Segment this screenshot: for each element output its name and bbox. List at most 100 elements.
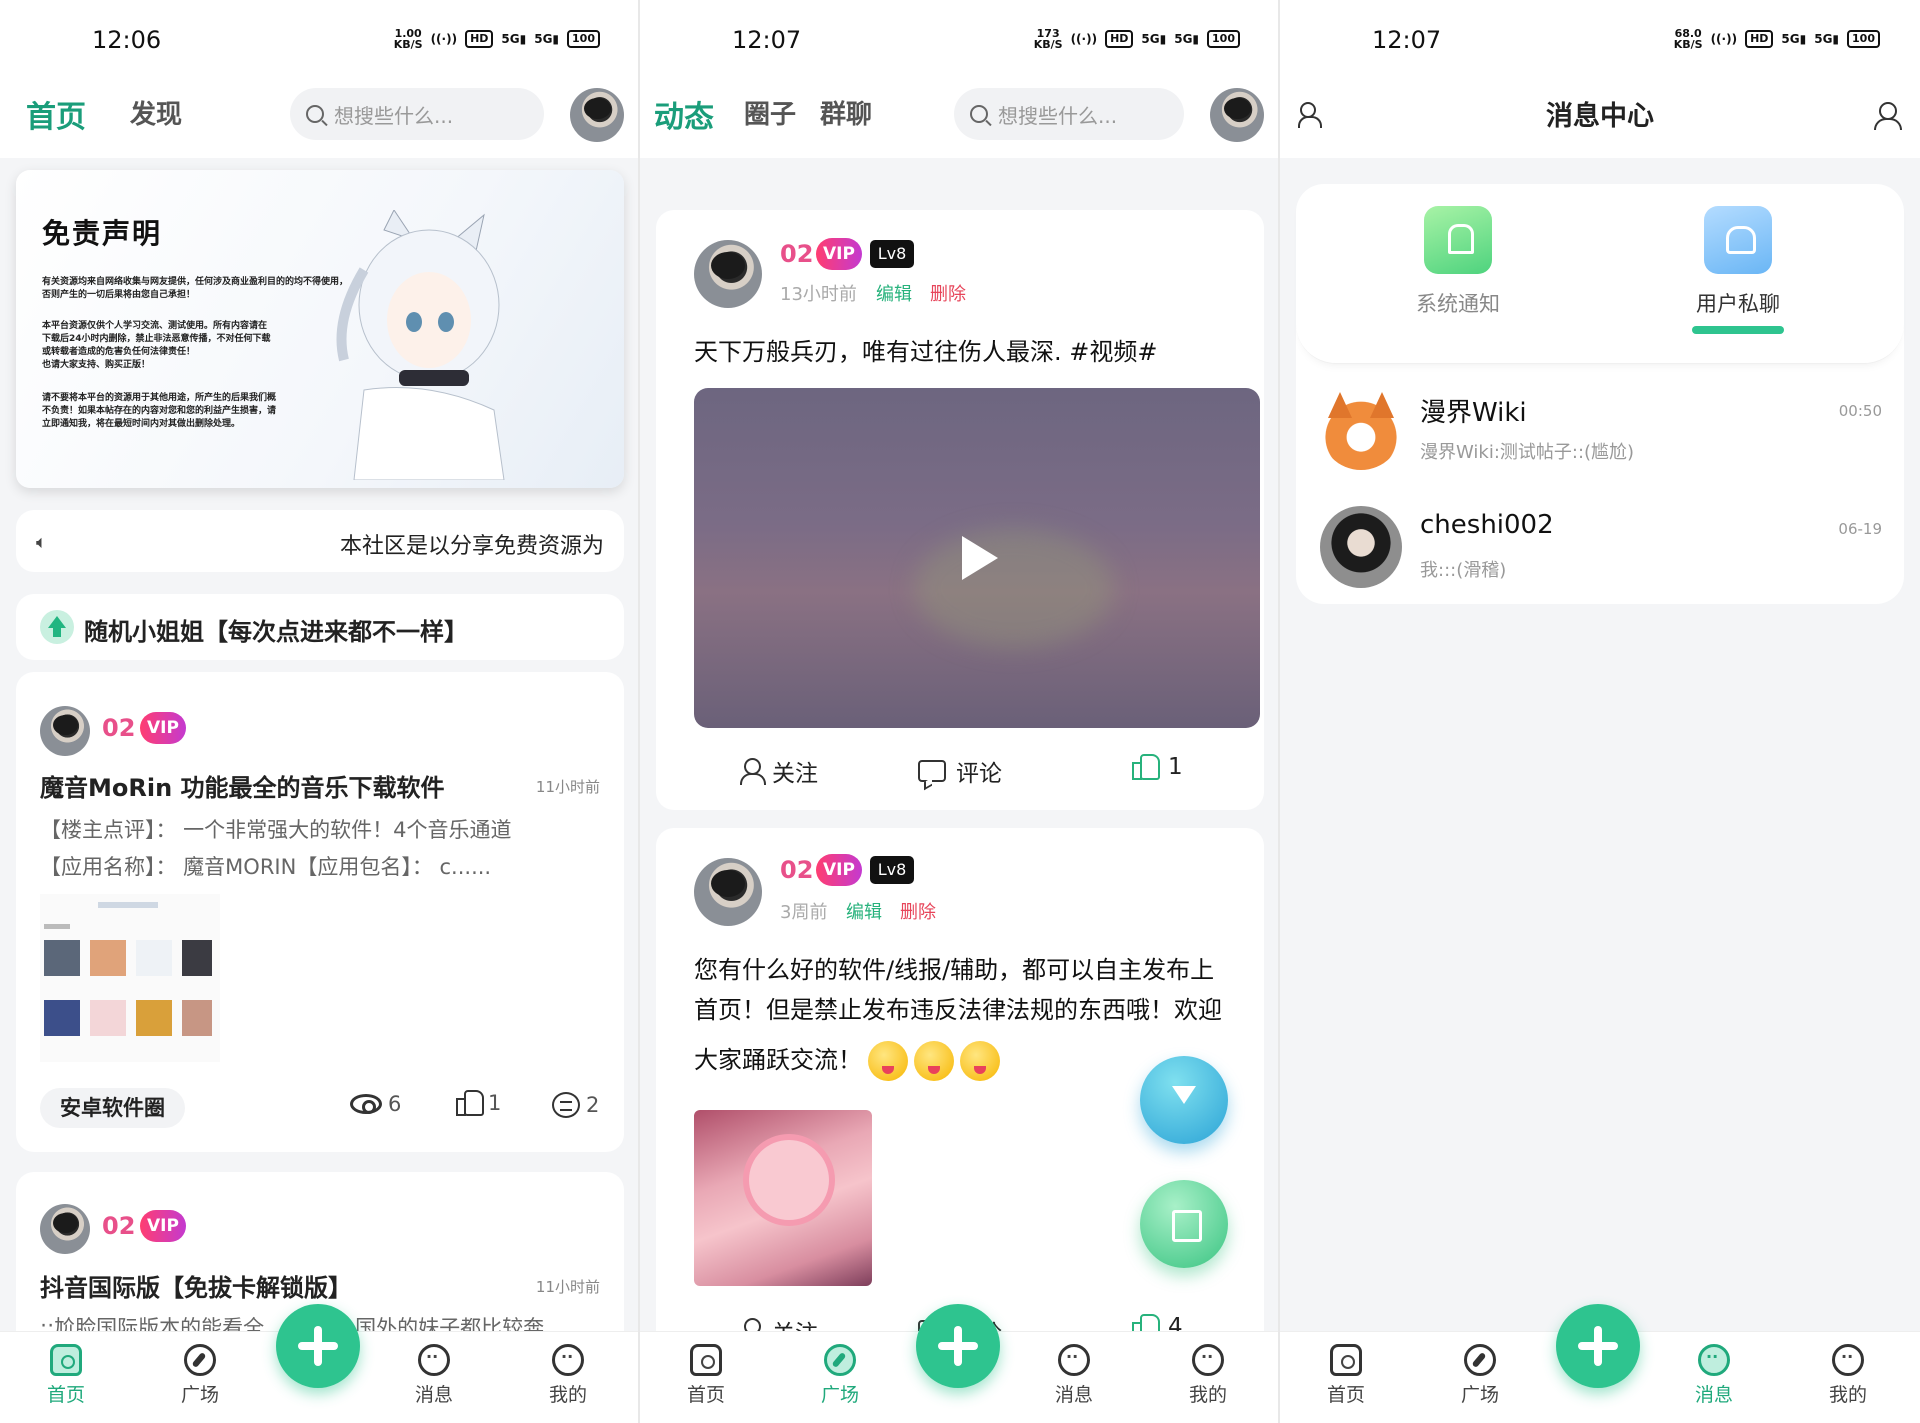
tab-home[interactable]: 首页	[24, 92, 88, 136]
avatar[interactable]	[1210, 88, 1264, 142]
network-speed: 1.00 KB/S	[393, 27, 423, 51]
follow-button[interactable]: 关注	[740, 754, 818, 788]
edit-link[interactable]: 编辑	[846, 898, 882, 924]
disclaimer-banner[interactable]: 免责声明 有关资源均来自网络收集与网友提供，任何涉及商业盈利目的的均不得使用， …	[16, 170, 624, 488]
conversation-item[interactable]: cheshi002 我:::(滑稽) 06-19	[1296, 498, 1904, 608]
message-tabs: 系统通知 用户私聊	[1296, 184, 1904, 364]
nav-messages[interactable]: 消息	[1674, 1344, 1754, 1407]
battery-icon: 100	[1847, 30, 1880, 48]
post-username[interactable]: 02	[102, 1212, 135, 1240]
post-card[interactable]: 02 VIP 魔音MoRin 功能最全的音乐下载软件 11小时前 【楼主点评】：…	[16, 672, 624, 1152]
compass-icon	[824, 1344, 856, 1376]
vip-badge: VIP	[816, 238, 862, 270]
status-icons: 173 KB/S ((·)) HD 5G▮ 5G▮ 100	[1034, 28, 1240, 50]
page-title: 消息中心	[1546, 101, 1654, 132]
avatar[interactable]	[570, 88, 624, 142]
bell-icon	[1424, 206, 1492, 274]
circle-tag[interactable]: 安卓软件圈	[40, 1088, 185, 1128]
status-time: 12:06	[92, 26, 162, 54]
tab-private-chat[interactable]: 用户私聊	[1678, 206, 1798, 334]
search-placeholder: 想搜些什么...	[998, 103, 1118, 128]
network-speed: 173 KB/S	[1033, 27, 1063, 51]
add-user-icon[interactable]	[1874, 100, 1902, 130]
top-nav: 首页 发现 想搜些什么...	[0, 80, 640, 158]
like-button[interactable]: 1	[1132, 754, 1183, 780]
nav-me[interactable]: 我的	[1808, 1344, 1888, 1407]
conversation-name: 漫界Wiki	[1420, 398, 1527, 428]
active-tab-indicator	[1692, 326, 1784, 334]
nav-me[interactable]: 我的	[528, 1344, 608, 1407]
profile-face-icon	[1192, 1344, 1224, 1376]
compass-icon	[184, 1344, 216, 1376]
hd-icon: HD	[465, 30, 494, 48]
add-post-button[interactable]	[916, 1304, 1000, 1388]
tab-group-chat[interactable]: 群聊	[820, 94, 872, 131]
feed-time: 3周前	[780, 902, 828, 923]
nav-messages[interactable]: 消息	[1034, 1344, 1114, 1407]
tab-circles[interactable]: 圈子	[744, 94, 796, 131]
avatar[interactable]	[694, 858, 762, 926]
play-icon[interactable]	[962, 536, 998, 580]
status-bar: 12:06 1.00 KB/S ((·)) HD 5G▮ 5G▮ 100	[0, 0, 640, 80]
comment-button[interactable]: 评论	[918, 754, 1002, 788]
vip-badge: VIP	[816, 854, 862, 886]
feed-username[interactable]: 02	[780, 856, 813, 884]
search-input[interactable]: 想搜些什么...	[290, 88, 544, 140]
signal-icon: 5G▮	[1781, 32, 1807, 46]
tab-discover[interactable]: 发现	[130, 94, 182, 131]
hd-icon: HD	[1105, 30, 1134, 48]
nav-square[interactable]: 广场	[1440, 1344, 1520, 1407]
post-username[interactable]: 02	[102, 714, 135, 742]
users-icon	[1704, 206, 1772, 274]
avatar	[1320, 388, 1402, 470]
nav-square[interactable]: 广场	[160, 1344, 240, 1407]
signal-icon: 5G▮	[534, 32, 560, 46]
search-placeholder: 想搜些什么...	[334, 103, 454, 128]
notice-bar[interactable]: 🔈︎ 本社区是以分享免费资源为	[16, 510, 624, 572]
filter-button[interactable]	[1140, 1056, 1228, 1144]
post-title[interactable]: 抖音国际版【免拔卡解锁版】	[40, 1268, 352, 1303]
feed-text: 天下万般兵刃，唯有过往伤人最深. #视频#	[694, 338, 1158, 366]
post-title[interactable]: 魔音MoRin 功能最全的音乐下载软件	[40, 768, 445, 803]
add-post-button[interactable]	[276, 1304, 360, 1388]
nav-home[interactable]: 首页	[666, 1344, 746, 1407]
avatar[interactable]	[694, 240, 762, 308]
search-input[interactable]: 想搜些什么...	[954, 88, 1184, 140]
tab-system-notice[interactable]: 系统通知	[1398, 206, 1518, 318]
post-excerpt: 【楼主点评】： 一个非常强大的软件！4个音乐通道 【应用名称】： 魔音MORIN…	[40, 818, 512, 879]
status-time: 12:07	[1372, 26, 1442, 54]
eye-icon	[350, 1094, 382, 1114]
post-time: 11小时前	[535, 1278, 600, 1296]
wifi-icon: ((·))	[430, 32, 458, 46]
top-arrow-icon	[40, 610, 74, 644]
tab-feed[interactable]: 动态	[652, 92, 716, 136]
video-player[interactable]	[694, 388, 1260, 728]
random-girl-link[interactable]: 随机小姐姐【每次点进来都不一样】	[16, 594, 624, 660]
conversation-item[interactable]: 漫界Wiki 漫界Wiki:测试帖子::(尴尬) 00:50	[1296, 380, 1904, 490]
feed-image[interactable]	[694, 1110, 872, 1286]
nav-me[interactable]: 我的	[1168, 1344, 1248, 1407]
comment-button[interactable]: 2	[552, 1092, 599, 1118]
search-icon	[306, 105, 324, 123]
compose-button[interactable]	[1140, 1180, 1228, 1268]
top-nav: 动态 圈子 群聊 想搜些什么...	[640, 80, 1280, 158]
anime-girl-illustration	[336, 210, 505, 480]
avatar[interactable]	[40, 1204, 90, 1254]
app-screenshot-thumbnail	[40, 894, 220, 1062]
nav-home[interactable]: 首页	[1306, 1344, 1386, 1407]
delete-link[interactable]: 删除	[900, 898, 936, 924]
delete-link[interactable]: 删除	[930, 280, 966, 306]
status-icons: 68.0 KB/S ((·)) HD 5G▮ 5G▮ 100	[1674, 28, 1880, 50]
feed-username[interactable]: 02	[780, 240, 813, 268]
avatar[interactable]	[40, 706, 90, 756]
views-stat: 6	[350, 1092, 401, 1116]
nav-messages[interactable]: 消息	[394, 1344, 474, 1407]
edit-link[interactable]: 编辑	[876, 280, 912, 306]
nav-square[interactable]: 广场	[800, 1344, 880, 1407]
post-image[interactable]	[40, 894, 220, 1062]
nav-home[interactable]: 首页	[26, 1344, 106, 1407]
like-button[interactable]: 1	[456, 1090, 501, 1116]
add-post-button[interactable]	[1556, 1304, 1640, 1388]
feed-card[interactable]: 02 VIP Lv8 13小时前 编辑 删除 天下万般兵刃，唯有过往伤人最深. …	[656, 210, 1264, 810]
status-bar: 12:07 173 KB/S ((·)) HD 5G▮ 5G▮ 100	[640, 0, 1280, 80]
